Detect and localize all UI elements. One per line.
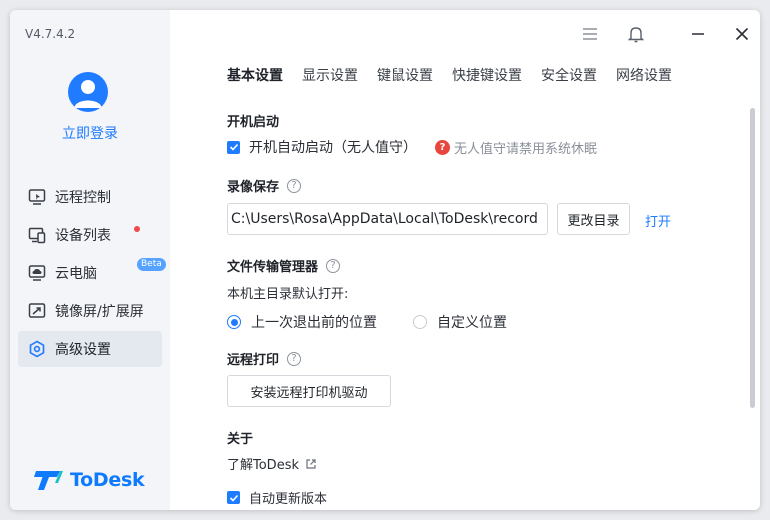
install-printer-driver-button[interactable]: 安装远程打印机驱动 [227, 375, 391, 407]
sidebar-item-mirror-screen[interactable]: 镜像屏/扩展屏 [18, 293, 162, 329]
hamburger-icon [583, 28, 597, 40]
close-icon [735, 27, 749, 41]
device-list-icon [27, 225, 47, 245]
section-title-remote-print: 远程打印 ? [227, 349, 302, 368]
external-link-icon [306, 458, 316, 469]
sidebar-item-advanced-settings[interactable]: 高级设置 [18, 331, 162, 367]
todesk-logo-icon [34, 471, 63, 490]
auto-update-row: 自动更新版本 [227, 488, 327, 507]
record-path-input[interactable] [227, 203, 548, 235]
change-directory-button[interactable]: 更改目录 [557, 203, 630, 235]
user-icon [74, 80, 102, 108]
tab-network-settings[interactable]: 网络设置 [616, 65, 672, 85]
auto-start-label: 开机自动启动（无人值守） [249, 140, 417, 156]
warning-icon: ? [435, 139, 450, 155]
tab-keyboard-mouse-settings[interactable]: 键鼠设置 [377, 65, 433, 85]
version-label: V4.7.4.2 [25, 27, 76, 41]
sidebar-item-label: 云电脑 [55, 266, 97, 282]
tab-basic-settings[interactable]: 基本设置 [227, 65, 283, 85]
bell-icon [628, 27, 644, 43]
default-open-label: 本机主目录默认打开: [227, 287, 349, 302]
mirror-screen-icon [27, 301, 47, 321]
sidebar-nav: 远程控制 设备列表 云电脑 Beta 镜像屏/扩展屏 高级设置 [18, 179, 166, 369]
sidebar-item-label: 高级设置 [55, 342, 111, 358]
sidebar-item-label: 镜像屏/扩展屏 [55, 304, 144, 320]
sidebar-item-label: 远程控制 [55, 190, 111, 206]
close-button[interactable] [731, 23, 753, 45]
minimize-button[interactable] [687, 23, 709, 45]
startup-warning-text: 无人值守请禁用系统休眠 [454, 141, 598, 157]
sidebar-item-device-list[interactable]: 设备列表 [18, 217, 162, 253]
sidebar: V4.7.4.2 立即登录 远程控制 设备列表 云电脑 Beta 镜像屏/扩展屏… [10, 10, 170, 510]
cloud-pc-icon [27, 263, 47, 283]
notification-dot [134, 226, 140, 232]
radio-custom-location[interactable] [413, 315, 427, 329]
auto-update-label: 自动更新版本 [249, 492, 328, 507]
beta-badge: Beta [137, 258, 166, 271]
auto-start-row: 开机自动启动（无人值守） ? 无人值守请禁用系统休眠 [227, 137, 597, 157]
app-window: V4.7.4.2 立即登录 远程控制 设备列表 云电脑 Beta 镜像屏/扩展屏… [10, 10, 760, 510]
help-icon[interactable]: ? [287, 351, 302, 366]
learn-todesk-link[interactable]: 了解ToDesk [227, 454, 317, 473]
radio-custom-location-label: 自定义位置 [437, 315, 507, 331]
help-icon[interactable]: ? [326, 258, 341, 273]
sidebar-item-remote-control[interactable]: 远程控制 [18, 179, 162, 215]
section-title-file-transfer: 文件传输管理器 ? [227, 256, 341, 275]
tab-display-settings[interactable]: 显示设置 [302, 65, 358, 85]
avatar[interactable] [68, 72, 108, 112]
tab-shortcut-settings[interactable]: 快捷键设置 [452, 65, 522, 85]
scrollbar[interactable] [750, 108, 755, 408]
auto-start-checkbox[interactable] [227, 140, 240, 154]
minimize-icon [692, 33, 704, 35]
radio-last-location-label: 上一次退出前的位置 [251, 315, 377, 331]
section-title-recording: 录像保存 ? [227, 176, 302, 195]
sidebar-item-label: 设备列表 [55, 228, 111, 244]
sidebar-item-cloud-pc[interactable]: 云电脑 Beta [18, 255, 166, 291]
check-icon [229, 494, 238, 502]
brand-name: ToDesk [70, 469, 145, 491]
radio-last-location[interactable] [227, 315, 241, 329]
section-title-startup: 开机启动 [227, 115, 280, 130]
brand-logo: ToDesk [34, 468, 145, 492]
remote-control-icon [27, 187, 47, 207]
open-location-radio-group: 上一次退出前的位置 自定义位置 [227, 312, 507, 332]
check-icon [229, 143, 238, 151]
help-icon[interactable]: ? [287, 178, 302, 193]
section-title-about: 关于 [227, 432, 254, 447]
auto-update-checkbox[interactable] [227, 491, 240, 504]
login-link[interactable]: 立即登录 [10, 123, 170, 143]
open-folder-link[interactable]: 打开 [645, 211, 671, 230]
notification-button[interactable] [625, 23, 647, 45]
main-panel: 基本设置 显示设置 键鼠设置 快捷键设置 安全设置 网络设置 开机启动 开机自动… [170, 10, 760, 510]
advanced-settings-icon [27, 339, 47, 359]
menu-button[interactable] [579, 23, 601, 45]
tab-security-settings[interactable]: 安全设置 [541, 65, 597, 85]
settings-tabs: 基本设置 显示设置 键鼠设置 快捷键设置 安全设置 网络设置 [227, 65, 691, 85]
